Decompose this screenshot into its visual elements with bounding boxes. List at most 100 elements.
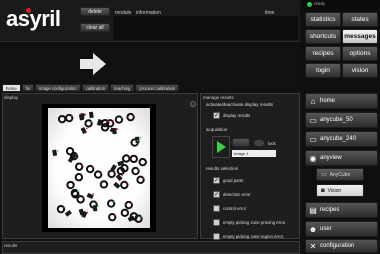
nav-home[interactable]: ⌂ home <box>305 93 378 109</box>
detected-parts-overlay <box>52 111 147 223</box>
nav-anyview-label: anyview <box>320 155 342 161</box>
detection-marker <box>112 120 114 123</box>
detection-marker <box>76 153 78 155</box>
part-ring <box>138 157 147 167</box>
display-results-label: display results <box>223 113 251 118</box>
detection-marker <box>113 171 116 173</box>
nav-anyview[interactable]: ◉ anyview <box>305 150 378 166</box>
part-ring <box>129 212 139 221</box>
detection-marker <box>92 166 94 168</box>
states-button[interactable]: states <box>342 12 378 27</box>
results-panel <box>2 241 300 254</box>
nav-recipes[interactable]: ▤ recipes <box>305 202 378 218</box>
subnav-anycube[interactable]: ▭ AnyCube <box>316 168 364 181</box>
result-checkbox[interactable]: ✓ <box>213 191 220 198</box>
part-ring <box>116 166 126 176</box>
activate-title: activate/deactivate display results <box>206 102 274 107</box>
messages-button[interactable]: messages <box>342 29 378 44</box>
home-icon: ⌂ <box>310 96 316 106</box>
detection-marker <box>56 150 59 152</box>
part-ring <box>129 154 138 164</box>
recipes-top-button[interactable]: recipes <box>305 46 341 61</box>
detection-marker <box>132 114 135 116</box>
login-button[interactable]: login <box>305 63 341 78</box>
result-label: empty picking zone region error <box>223 234 284 239</box>
statistics-button[interactable]: statistics <box>305 12 341 27</box>
part-block <box>80 113 85 120</box>
lock-label: lock <box>268 141 276 146</box>
device-icon: ▭ <box>321 172 327 178</box>
detection-marker <box>128 155 131 158</box>
part-ring <box>74 173 84 182</box>
arrow-right-icon <box>80 53 106 75</box>
message-list[interactable] <box>113 16 298 40</box>
part-block <box>64 209 72 217</box>
detection-marker <box>137 168 140 170</box>
nav-user[interactable]: ☻ user <box>305 221 378 237</box>
detection-marker <box>140 215 143 218</box>
detection-marker <box>142 176 145 179</box>
shortcuts-button[interactable]: shortcuts <box>305 29 341 44</box>
camera-image[interactable] <box>42 104 156 232</box>
subnav-anycube-label: AnyCube <box>329 171 351 178</box>
result-label: empty picking zone proving error <box>223 220 286 225</box>
result-checkbox[interactable]: ✓ <box>213 177 220 184</box>
part-block <box>80 127 87 135</box>
tab-fw[interactable]: fw <box>21 84 35 92</box>
detection-marker <box>121 116 123 119</box>
nav-anycube-240[interactable]: ▭ anycube_240 <box>305 131 378 147</box>
display-results-checkbox[interactable]: ✓ <box>213 112 220 119</box>
clear-all-button[interactable]: clear all <box>80 23 110 32</box>
result-checkbox[interactable] <box>213 233 220 240</box>
nav-configuration[interactable]: ✕ configuration <box>305 239 378 253</box>
delete-button[interactable]: delete <box>80 7 110 16</box>
tab-home[interactable]: home <box>2 84 21 92</box>
results-selection-title: results selection <box>206 166 239 171</box>
nav-configuration-label: configuration <box>320 243 355 249</box>
detection-marker <box>107 120 109 122</box>
nav-anycube-50-label: anycube_50 <box>320 117 353 123</box>
acquisition-title: acquisition <box>206 127 228 132</box>
part-ring <box>66 180 75 190</box>
play-button[interactable] <box>212 136 230 158</box>
recipes-icon: ▤ <box>309 205 317 215</box>
tab-process-calibration[interactable]: process calibration <box>135 84 180 92</box>
acquisition-mode-toggle[interactable] <box>232 138 250 147</box>
detection-marker <box>90 120 93 123</box>
image-select[interactable]: Image 1 <box>232 150 276 157</box>
detection-marker <box>115 127 118 130</box>
detection-marker <box>84 113 87 116</box>
nav-anycube-240-label: anycube_240 <box>320 136 357 142</box>
result-checkbox[interactable] <box>213 219 220 226</box>
logo-dot <box>26 8 31 13</box>
options-button[interactable]: options <box>342 46 378 61</box>
detection-marker <box>77 190 79 192</box>
results-label: results <box>4 243 18 248</box>
detection-marker <box>126 182 129 184</box>
nav-anycube-50[interactable]: ▭ anycube_50 <box>305 112 378 128</box>
nav-recipes-label: recipes <box>320 207 340 213</box>
tab-calibration[interactable]: calibration <box>81 84 110 92</box>
result-label: control error <box>223 206 247 211</box>
main-tabs: home fw image configuration calibration … <box>2 84 180 92</box>
wrench-icon: ✕ <box>309 241 317 251</box>
detection-marker <box>63 206 65 208</box>
detection-marker <box>115 165 118 167</box>
lock-toggle[interactable] <box>254 140 264 146</box>
part-ring <box>99 180 109 189</box>
detection-marker <box>130 202 133 204</box>
subnav-vision[interactable]: ◙ Vision <box>316 184 364 197</box>
tab-teaching[interactable]: teaching <box>110 84 135 92</box>
result-checkbox[interactable] <box>213 205 220 212</box>
info-icon[interactable]: i <box>190 101 196 107</box>
detection-marker <box>100 171 102 174</box>
nav-user-label: user <box>320 226 332 232</box>
tab-image-configuration[interactable]: image configuration <box>35 84 81 92</box>
detection-marker <box>86 211 89 214</box>
part-block <box>78 208 85 216</box>
vision-top-button[interactable]: vision <box>342 63 378 78</box>
part-ring <box>120 208 130 217</box>
result-label: good parts <box>223 178 244 183</box>
detection-marker <box>95 201 98 204</box>
part-block <box>92 205 98 212</box>
